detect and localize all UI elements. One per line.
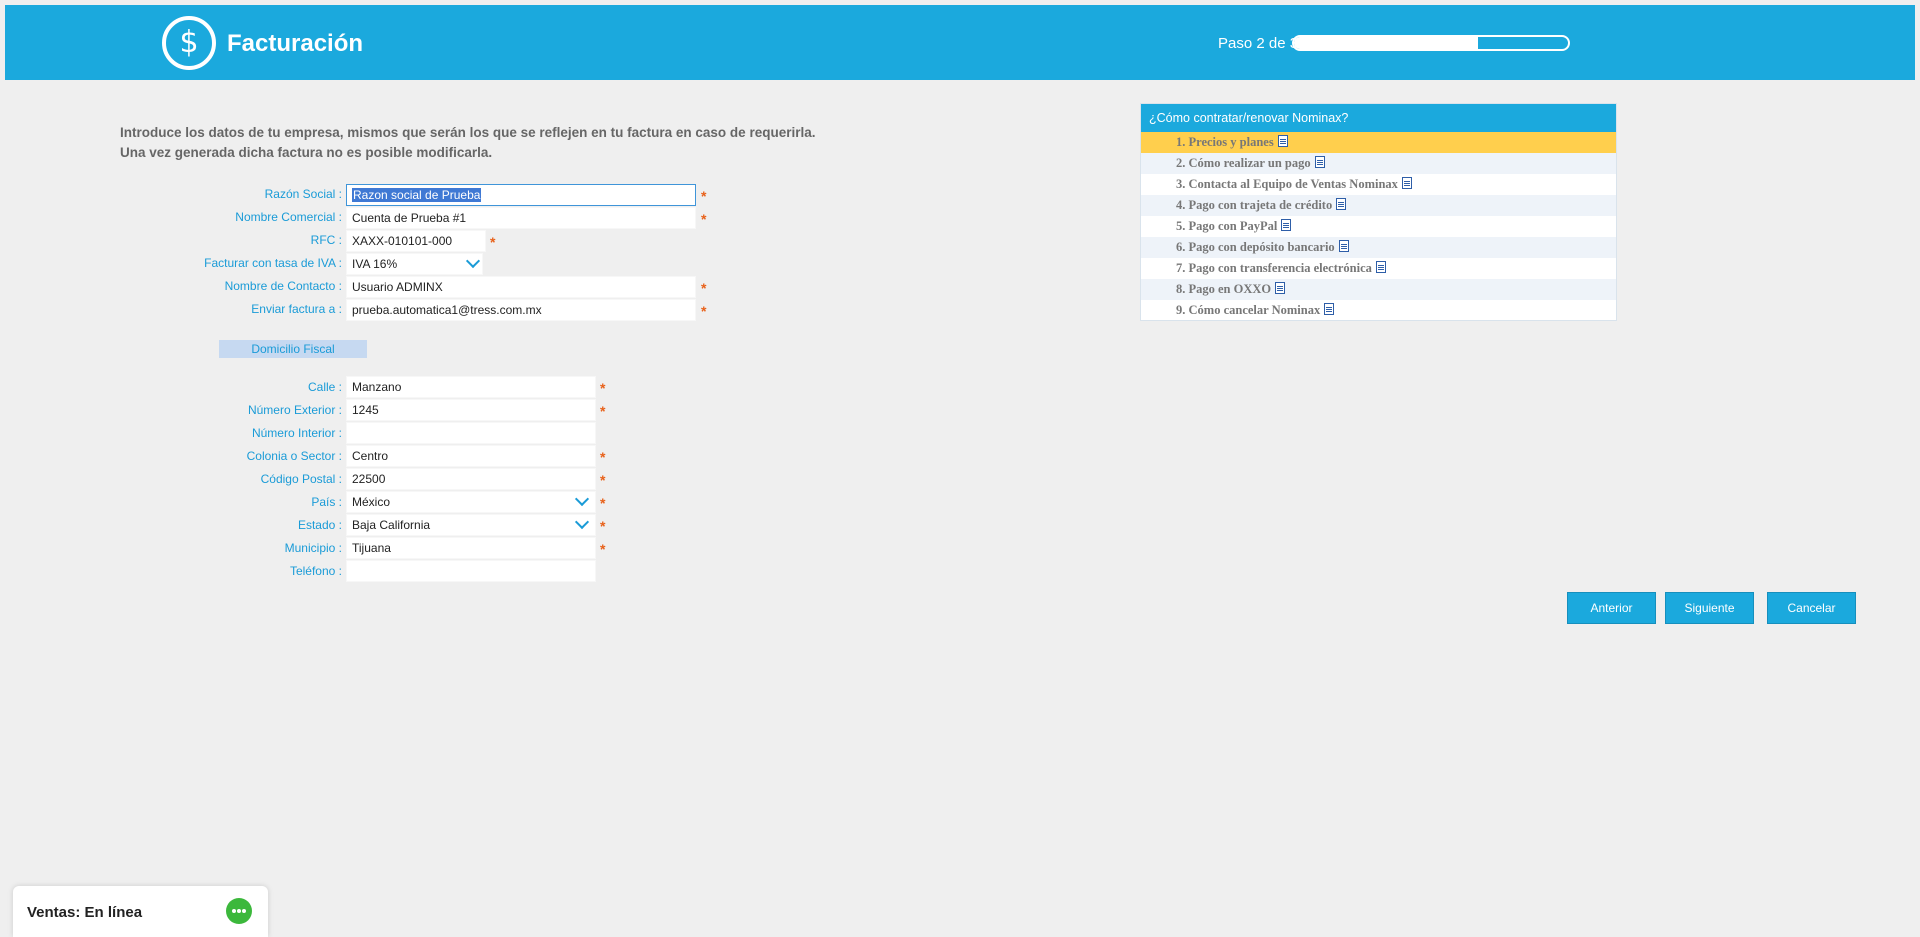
contacto-input[interactable]: Usuario ADMINX bbox=[346, 276, 696, 298]
municipio-input[interactable]: Tijuana bbox=[346, 537, 596, 559]
chat-status-label: Ventas: En línea bbox=[27, 904, 143, 921]
help-item-label: 6. Pago con depósito bancario bbox=[1176, 240, 1335, 254]
pais-select[interactable]: México bbox=[346, 491, 596, 513]
intro-line-2: Una vez generada dicha factura no es pos… bbox=[120, 145, 493, 160]
rfc-input[interactable]: XAXX-010101-000 bbox=[346, 230, 486, 252]
estado-label: Estado : bbox=[297, 518, 342, 532]
dollar-icon: $ bbox=[162, 16, 216, 70]
help-item-label: 1. Precios y planes bbox=[1176, 135, 1274, 149]
help-item[interactable]: 1. Precios y planes bbox=[1141, 132, 1616, 153]
domicilio-fiscal-header: Domicilio Fiscal bbox=[219, 340, 367, 358]
help-item-label: 8. Pago en OXXO bbox=[1176, 282, 1272, 296]
help-item[interactable]: 7. Pago con transferencia electrónica bbox=[1141, 258, 1616, 279]
anterior-button[interactable]: Anterior bbox=[1567, 592, 1656, 624]
document-icon bbox=[1324, 303, 1335, 315]
document-icon bbox=[1277, 135, 1288, 147]
required-mark: * bbox=[600, 380, 606, 396]
help-item[interactable]: 6. Pago con depósito bancario bbox=[1141, 237, 1616, 258]
required-mark: * bbox=[600, 403, 606, 419]
contacto-label: Nombre de Contacto : bbox=[224, 279, 342, 293]
document-icon bbox=[1275, 282, 1286, 294]
required-mark: * bbox=[701, 280, 707, 296]
numero-exterior-input[interactable]: 1245 bbox=[346, 399, 596, 421]
required-mark: * bbox=[490, 234, 496, 250]
enviar-factura-label: Enviar factura a : bbox=[251, 302, 342, 316]
document-icon bbox=[1375, 261, 1386, 273]
enviar-factura-input[interactable]: prueba.automatica1@tress.com.mx bbox=[346, 299, 696, 321]
razon-social-value: Razon social de Prueba bbox=[352, 188, 482, 202]
required-mark: * bbox=[701, 211, 707, 227]
iva-value: IVA 16% bbox=[352, 257, 398, 271]
required-mark: * bbox=[600, 541, 606, 557]
required-mark: * bbox=[600, 449, 606, 465]
razon-social-input[interactable]: Razon social de Prueba bbox=[346, 184, 696, 206]
help-item[interactable]: 8. Pago en OXXO bbox=[1141, 279, 1616, 300]
pais-label: País : bbox=[311, 495, 342, 509]
razon-social-label: Razón Social : bbox=[264, 187, 342, 201]
estado-select[interactable]: Baja California bbox=[346, 514, 596, 536]
iva-select[interactable]: IVA 16% bbox=[346, 253, 483, 275]
help-item-label: 2. Cómo realizar un pago bbox=[1176, 156, 1311, 170]
estado-value: Baja California bbox=[352, 518, 431, 532]
municipio-label: Municipio : bbox=[284, 541, 342, 555]
document-icon bbox=[1338, 240, 1349, 252]
intro-line-1: Introduce los datos de tu empresa, mismo… bbox=[120, 125, 816, 140]
help-item[interactable]: 4. Pago con trajeta de crédito bbox=[1141, 195, 1616, 216]
help-item[interactable]: 9. Cómo cancelar Nominax bbox=[1141, 300, 1616, 321]
nombre-comercial-input[interactable]: Cuenta de Prueba #1 bbox=[346, 207, 696, 229]
help-item-label: 9. Cómo cancelar Nominax bbox=[1176, 303, 1321, 317]
numero-interior-label: Número Interior : bbox=[251, 426, 342, 440]
calle-label: Calle : bbox=[307, 380, 342, 394]
nombre-comercial-label: Nombre Comercial : bbox=[235, 210, 342, 224]
document-icon bbox=[1314, 156, 1325, 168]
colonia-label: Colonia o Sector : bbox=[246, 449, 342, 463]
iva-label: Facturar con tasa de IVA : bbox=[204, 256, 342, 270]
calle-input[interactable]: Manzano bbox=[346, 376, 596, 398]
help-item-label: 7. Pago con transferencia electrónica bbox=[1176, 261, 1372, 275]
numero-exterior-label: Número Exterior : bbox=[247, 403, 342, 417]
step-indicator: Paso 2 de 3 bbox=[1218, 35, 1299, 52]
help-item-label: 4. Pago con trajeta de crédito bbox=[1176, 198, 1333, 212]
help-item[interactable]: 5. Pago con PayPal bbox=[1141, 216, 1616, 237]
required-mark: * bbox=[600, 495, 606, 511]
document-icon bbox=[1336, 198, 1347, 210]
colonia-input[interactable]: Centro bbox=[346, 445, 596, 467]
sales-chat-widget[interactable]: Ventas: En línea bbox=[13, 886, 268, 937]
progress-bar bbox=[1292, 35, 1570, 51]
numero-interior-input[interactable] bbox=[346, 422, 596, 444]
required-mark: * bbox=[600, 518, 606, 534]
help-panel-title: ¿Cómo contratar/renovar Nominax? bbox=[1141, 104, 1616, 132]
required-mark: * bbox=[600, 472, 606, 488]
page-title: Facturación bbox=[227, 30, 364, 57]
chat-bubble-icon[interactable] bbox=[226, 898, 252, 924]
siguiente-button[interactable]: Siguiente bbox=[1665, 592, 1754, 624]
help-item-label: 3. Contacta al Equipo de Ventas Nominax bbox=[1176, 177, 1398, 191]
pais-value: México bbox=[352, 495, 391, 509]
cancelar-button[interactable]: Cancelar bbox=[1767, 592, 1856, 624]
required-mark: * bbox=[701, 188, 707, 204]
help-item[interactable]: 2. Cómo realizar un pago bbox=[1141, 153, 1616, 174]
codigo-postal-label: Código Postal : bbox=[260, 472, 342, 486]
telefono-input[interactable] bbox=[346, 560, 596, 582]
document-icon bbox=[1281, 219, 1292, 231]
document-icon bbox=[1401, 177, 1412, 189]
help-item-label: 5. Pago con PayPal bbox=[1176, 219, 1278, 233]
intro-text: Introduce los datos de tu empresa, mismo… bbox=[120, 123, 815, 163]
rfc-label: RFC : bbox=[310, 233, 342, 247]
codigo-postal-input[interactable]: 22500 bbox=[346, 468, 596, 490]
help-panel: ¿Cómo contratar/renovar Nominax? 1. Prec… bbox=[1140, 103, 1617, 321]
telefono-label: Teléfono : bbox=[289, 564, 342, 578]
required-mark: * bbox=[701, 303, 707, 319]
progress-bar-fill bbox=[1294, 37, 1478, 49]
help-item[interactable]: 3. Contacta al Equipo de Ventas Nominax bbox=[1141, 174, 1616, 195]
header-bar: $ Facturación Paso 2 de 3 bbox=[5, 5, 1915, 80]
